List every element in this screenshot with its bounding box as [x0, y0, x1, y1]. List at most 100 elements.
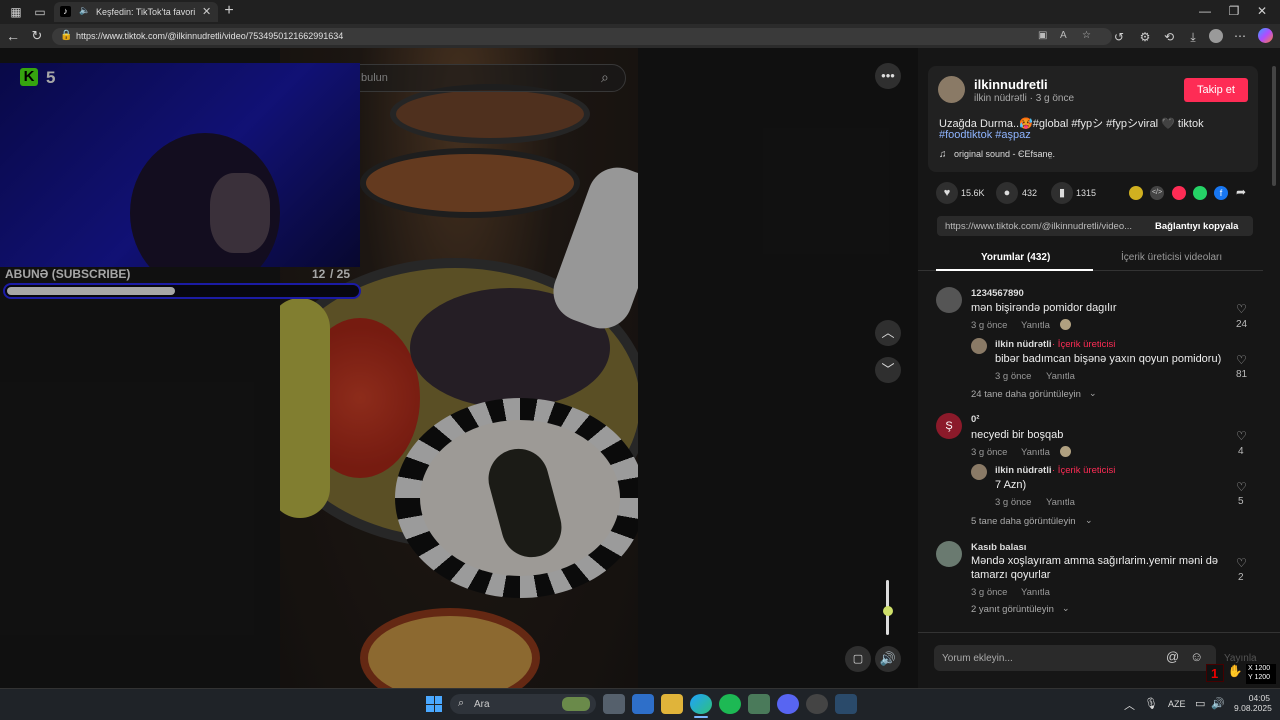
copilot-icon[interactable] [1258, 28, 1273, 43]
history-icon[interactable]: ⟲ [1162, 30, 1176, 44]
taskbar-clock[interactable]: 04:05 9.08.2025 [1234, 693, 1272, 713]
discord-icon[interactable] [777, 694, 799, 714]
mini-player-icon[interactable]: ▢ [845, 646, 871, 672]
task-view-icon[interactable] [603, 694, 625, 714]
spotify-icon[interactable] [719, 694, 741, 714]
profile-avatar[interactable] [1209, 29, 1223, 43]
previous-video-icon[interactable]: ︿ [875, 320, 901, 346]
sound-name[interactable]: original sound - ЄEfsane̤. [954, 149, 1055, 159]
tray-chevron-up-icon[interactable]: ︿ [1124, 697, 1135, 713]
video-caption-line2[interactable]: #foodtiktok #aşpaz [939, 129, 1031, 141]
mute-tab-icon[interactable]: 🔈 [79, 5, 90, 16]
comment-avatar[interactable] [936, 287, 962, 313]
steam-icon[interactable] [835, 694, 857, 714]
start-windows-icon[interactable] [426, 696, 442, 712]
comment-reply-button[interactable]: Yanıtla [1021, 320, 1050, 331]
comment-user[interactable]: 1234567890 [971, 288, 1024, 299]
sidebar-scrollbar[interactable] [1272, 66, 1276, 186]
widgets-icon[interactable] [632, 694, 654, 714]
refresh-icon[interactable]: ↻ [30, 29, 44, 43]
minimize-icon[interactable]: — [1198, 4, 1212, 18]
tab-comments[interactable]: Yorumlar (432) [981, 252, 1050, 263]
app-icon[interactable] [748, 694, 770, 714]
next-video-icon[interactable]: ﹀ [875, 357, 901, 383]
author-username[interactable]: ilkinnudretli [974, 77, 1048, 92]
comment-avatar[interactable] [936, 541, 962, 567]
network-icon[interactable]: ▭ [1195, 697, 1205, 710]
favorite-star-icon[interactable]: ☆ [1082, 30, 1091, 41]
volume-slider-handle[interactable] [883, 606, 893, 616]
reply-user[interactable]: ilkin nüdrətli [995, 465, 1051, 476]
comment-input[interactable]: Yorum ekleyin... [942, 653, 1013, 664]
comment-bubble-icon[interactable]: ● [996, 182, 1018, 204]
microphone-icon[interactable]: 🎙 [1144, 697, 1158, 710]
maximize-icon[interactable]: ❐ [1227, 4, 1241, 18]
back-icon[interactable]: ← [6, 29, 20, 43]
emoji-icon[interactable]: ☺ [1190, 649, 1203, 664]
share-repost-icon[interactable] [1129, 186, 1143, 200]
comment-user[interactable]: Kasıb balası [971, 542, 1026, 553]
comment-like-icon[interactable]: ♡ [1236, 429, 1247, 443]
reply-like-icon[interactable]: ♡ [1236, 353, 1247, 367]
extensions-icon[interactable]: ⚙ [1138, 30, 1152, 44]
reply-reply-button[interactable]: Yanıtla [1046, 371, 1075, 382]
browser-tab[interactable]: ♪ 🔈 Keşfedin: TikTok'ta favori vid... ✕ [54, 2, 218, 22]
more-menu-icon[interactable]: ⋯ [1233, 29, 1247, 43]
apps-icon[interactable]: ▣ [1038, 30, 1047, 41]
chevron-down-icon[interactable]: ⌄ [1062, 603, 1070, 614]
share-more-icon[interactable]: ➦ [1236, 185, 1246, 199]
comment-reply-button[interactable]: Yanıtla [1021, 587, 1050, 598]
tab-actions-icon[interactable]: ▭ [33, 5, 47, 19]
view-more-replies[interactable]: 5 tane daha görüntüleyin [971, 516, 1076, 527]
view-more-replies[interactable]: 2 yanıt görüntüleyin [971, 604, 1054, 615]
reply-reply-button[interactable]: Yanıtla [1046, 497, 1075, 508]
reply-like-icon[interactable]: ♡ [1236, 480, 1247, 494]
like-heart-icon[interactable]: ♥ [936, 182, 958, 204]
share-whatsapp-icon[interactable] [1193, 186, 1207, 200]
copy-link-button[interactable]: Bağlantıyı kopyala [1155, 221, 1238, 232]
file-explorer-icon[interactable] [661, 694, 683, 714]
bookmark-icon[interactable]: ▮ [1051, 182, 1073, 204]
lock-icon: 🔒 [60, 30, 73, 41]
chevron-down-icon[interactable]: ⌄ [1089, 388, 1097, 399]
read-aloud-icon[interactable]: A [1060, 30, 1067, 41]
chevron-down-icon[interactable]: ⌄ [1085, 515, 1093, 526]
view-more-replies[interactable]: 24 tane daha görüntüleyin [971, 389, 1081, 400]
comment-reply-button[interactable]: Yanıtla [1021, 447, 1050, 458]
extension-refresh-icon[interactable]: ↺ [1112, 30, 1126, 44]
taskbar-search-box[interactable]: ⌕ Ara [450, 694, 596, 714]
taskbar-search-input[interactable]: Ara [474, 699, 490, 710]
downloads-icon[interactable]: ⤓ [1186, 30, 1200, 44]
obs-icon[interactable] [806, 694, 828, 714]
comment-user[interactable]: 0² [971, 414, 979, 425]
url-field[interactable]: 🔒 https://www.tiktok.com/@ilkinnudretli/… [52, 28, 1112, 45]
edge-browser-icon[interactable] [690, 694, 712, 714]
comment-like-icon[interactable]: ♡ [1236, 302, 1247, 316]
mention-at-icon[interactable]: @ [1166, 649, 1179, 664]
close-tab-icon[interactable]: ✕ [202, 5, 211, 18]
reply-user[interactable]: ilkin nüdrətli [995, 339, 1051, 350]
search-bar[interactable]: bulun ⌕ [344, 64, 626, 92]
reply-avatar[interactable] [971, 338, 987, 354]
share-send-icon[interactable] [1172, 186, 1186, 200]
comment-input-box[interactable]: Yorum ekleyin... @ ☺ [934, 645, 1216, 671]
share-facebook-icon[interactable]: f [1214, 186, 1228, 200]
comment-avatar[interactable]: Ş [936, 413, 962, 439]
author-avatar[interactable] [938, 76, 965, 103]
share-embed-icon[interactable]: </> [1150, 186, 1164, 200]
search-icon[interactable]: ⌕ [601, 69, 609, 86]
post-comment-button[interactable]: Yayınla [1224, 653, 1257, 664]
close-window-icon[interactable]: ✕ [1255, 4, 1269, 18]
workspaces-icon[interactable]: ▦ [9, 5, 23, 19]
keyboard-language[interactable]: AZE [1168, 699, 1186, 709]
reply-avatar[interactable] [971, 464, 987, 480]
comment-like-icon[interactable]: ♡ [1236, 556, 1247, 570]
volume-icon[interactable]: 🔊 [875, 646, 901, 672]
new-tab-icon[interactable]: + [222, 3, 236, 19]
speaker-icon[interactable]: 🔊 [1211, 697, 1225, 710]
more-options-icon[interactable]: ••• [875, 63, 901, 89]
search-input[interactable]: bulun [361, 72, 388, 84]
follow-button[interactable]: Takip et [1184, 78, 1248, 102]
tab-creator-videos[interactable]: İçerik üreticisi videoları [1121, 252, 1222, 263]
recorder-app-icon: 1 [1206, 664, 1224, 682]
